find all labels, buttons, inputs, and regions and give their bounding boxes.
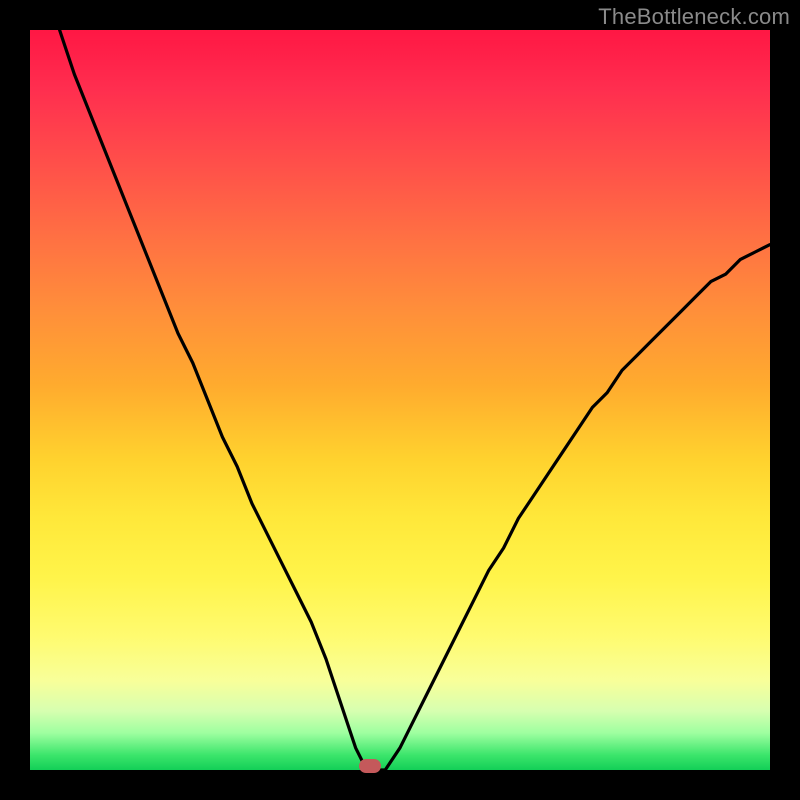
chart-frame: TheBottleneck.com [0,0,800,800]
bottleneck-curve [30,30,770,770]
minimum-marker [359,759,381,773]
plot-area [30,30,770,770]
watermark-text: TheBottleneck.com [598,4,790,30]
